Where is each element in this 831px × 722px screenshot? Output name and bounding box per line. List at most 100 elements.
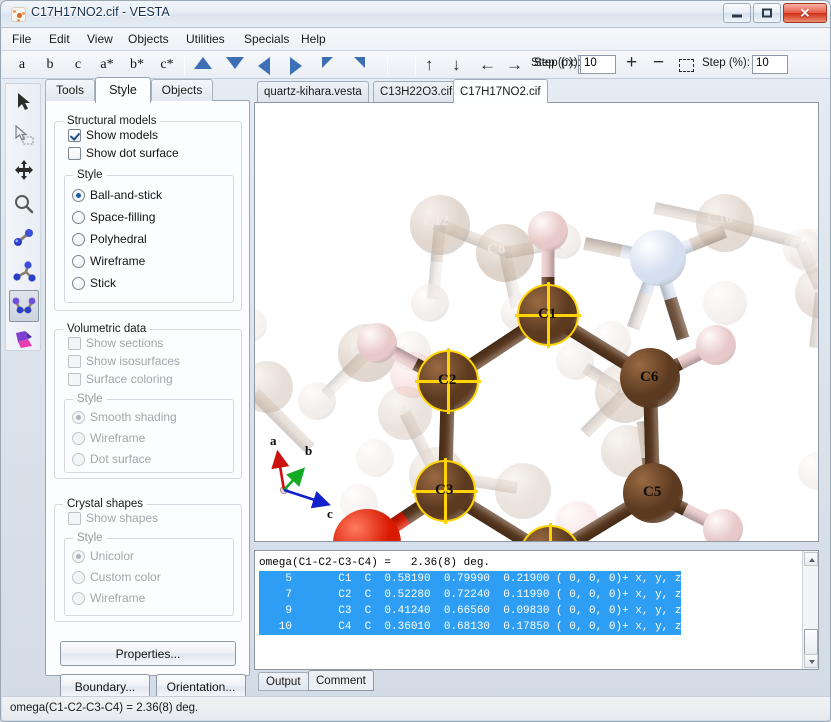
translate-right-icon[interactable]: →	[506, 54, 523, 76]
volumetric-style-radio-0	[72, 411, 85, 424]
output-row[interactable]: 7 C2 C 0.52280 0.72240 0.11990 ( 0, 0, 0…	[259, 587, 681, 603]
zoom-magnifier-tool[interactable]	[9, 188, 39, 220]
maximize-button[interactable]	[753, 3, 781, 23]
axis-button-b[interactable]: b	[42, 55, 58, 75]
rotate-cw-icon[interactable]	[354, 57, 365, 68]
structural-style-radio-0[interactable]	[72, 189, 85, 202]
properties-button[interactable]: Properties...	[60, 641, 236, 666]
pan-move-tool[interactable]	[9, 154, 39, 186]
atom-faded[interactable]	[298, 382, 336, 420]
atom-faded[interactable]	[254, 308, 267, 342]
output-row[interactable]: 9 C3 C 0.41240 0.66560 0.09830 ( 0, 0, 0…	[259, 603, 681, 619]
step-px-label: Step (px):	[531, 57, 581, 69]
step-percent-label: Step (%):	[702, 57, 750, 69]
show-dot-surface-checkbox[interactable]	[68, 147, 81, 160]
output-row[interactable]: 10 C4 C 0.36010 0.68130 0.17850 ( 0, 0, …	[259, 619, 681, 635]
atom-carbon-c1[interactable]	[518, 285, 578, 345]
rotate-down-icon[interactable]	[226, 57, 244, 69]
atom-hydrogen[interactable]	[696, 325, 736, 365]
atom-faded[interactable]	[254, 361, 293, 413]
menu-help[interactable]: Help	[299, 32, 328, 48]
menu-utilities[interactable]: Utilities	[184, 32, 227, 48]
zoom-out-icon[interactable]: −	[653, 52, 664, 74]
minimize-button[interactable]	[723, 3, 751, 23]
output-tab-output[interactable]: Output	[258, 672, 309, 691]
scroll-up-button[interactable]	[804, 552, 818, 566]
atom-faded-c12[interactable]	[410, 195, 470, 255]
bond-distance-tool-icon	[12, 227, 36, 249]
bond-angle-tool[interactable]	[9, 256, 39, 288]
structure-3d-view[interactable]: C8C12C8C16C10C7C4C6C3C14C12C13C1C1C2C6C3…	[254, 102, 819, 542]
atom-hydrogen[interactable]	[703, 509, 743, 542]
document-tab-1[interactable]: C13H22O3.cif	[373, 81, 459, 102]
scrollbar-thumb[interactable]	[804, 629, 818, 655]
axis-button-astar[interactable]: a*	[96, 55, 118, 75]
panel-tab-objects[interactable]: Objects	[151, 79, 213, 101]
output-text-panel[interactable]: omega(C1-C2-C3-C4) = 2.36(8) deg. 5 C1 C…	[254, 550, 819, 670]
show-models-checkbox-label: Show models	[86, 128, 158, 142]
atom-carbon-c3[interactable]	[415, 461, 475, 521]
structural-style-radio-3[interactable]	[72, 255, 85, 268]
output-row[interactable]: 5 C1 C 0.58190 0.79990 0.21900 ( 0, 0, 0…	[259, 571, 681, 587]
volumetric-style-radio-1-label: Wireframe	[90, 431, 145, 445]
scroll-down-button[interactable]	[804, 654, 818, 668]
crystal-shape-tool[interactable]	[9, 324, 39, 356]
axis-button-c[interactable]: c	[70, 55, 86, 75]
axis-button-cstar[interactable]: c*	[156, 55, 178, 75]
atom-carbon-c2[interactable]	[418, 351, 478, 411]
atom-hydrogen[interactable]	[528, 211, 568, 251]
menu-view[interactable]: View	[85, 32, 115, 48]
axis-button-bstar[interactable]: b*	[126, 55, 148, 75]
atom-faded[interactable]	[798, 452, 819, 490]
rotate-right-icon[interactable]	[290, 57, 302, 75]
document-tab-0[interactable]: quartz-kihara.vesta	[257, 81, 369, 102]
close-button[interactable]: ✕	[783, 3, 827, 23]
rotate-left-icon[interactable]	[258, 57, 270, 75]
menu-objects[interactable]: Objects	[126, 32, 171, 48]
translate-down-icon[interactable]: ↓	[452, 54, 461, 76]
marquee-select-tool[interactable]	[9, 120, 39, 152]
menu-specials[interactable]: Specials	[242, 32, 291, 48]
step-percent-input[interactable]: 10	[752, 55, 788, 74]
show-isosurfaces-checkbox	[68, 355, 81, 368]
atom-carbon-c5[interactable]	[623, 463, 683, 523]
translate-left-icon[interactable]: ←	[479, 54, 496, 76]
output-vertical-scrollbar[interactable]	[802, 551, 818, 669]
structural-style-radio-1-label: Space-filling	[90, 210, 155, 224]
zoom-in-icon[interactable]: +	[626, 52, 637, 74]
scroll-down-icon	[809, 660, 815, 664]
structural-style-radio-4[interactable]	[72, 277, 85, 290]
torsion-angle-tool[interactable]	[9, 290, 39, 322]
atom-faded[interactable]	[411, 284, 449, 322]
step-px-input[interactable]: 10	[580, 55, 616, 74]
fit-to-screen-icon[interactable]	[679, 59, 694, 72]
surface-coloring-checkbox	[68, 373, 81, 386]
atom-faded[interactable]	[795, 267, 819, 319]
output-tab-comment[interactable]: Comment	[308, 670, 374, 691]
panel-tab-tools[interactable]: Tools	[45, 79, 95, 101]
show-models-checkbox[interactable]	[68, 129, 81, 142]
select-arrow-tool[interactable]	[9, 86, 39, 118]
rotate-ccw-icon[interactable]	[322, 57, 333, 68]
axis-button-a[interactable]: a	[14, 55, 30, 75]
bond-distance-tool[interactable]	[9, 222, 39, 254]
atom-carbon-c6[interactable]	[620, 348, 680, 408]
axis-indicator	[254, 423, 371, 533]
atom-faded-c8[interactable]	[476, 224, 534, 282]
output-selected-rows[interactable]: 5 C1 C 0.58190 0.79990 0.21900 ( 0, 0, 0…	[259, 571, 681, 635]
structural-style-radio-2[interactable]	[72, 233, 85, 246]
menu-file[interactable]: File	[10, 32, 33, 48]
volumetric-style-radio-0-label: Smooth shading	[90, 410, 177, 424]
translate-up-icon[interactable]: ↑	[425, 54, 434, 76]
atom-nitrogen-n1[interactable]	[630, 230, 686, 286]
structural-style-radio-3-label: Wireframe	[90, 254, 145, 268]
pan-move-tool-icon	[13, 159, 35, 181]
structural-style-radio-1[interactable]	[72, 211, 85, 224]
rotate-up-icon[interactable]	[194, 57, 212, 69]
menu-edit[interactable]: Edit	[47, 32, 72, 48]
atom-hydrogen[interactable]	[357, 323, 397, 363]
document-tab-2[interactable]: C17H17NO2.cif	[453, 79, 548, 103]
atom-faded[interactable]	[495, 463, 551, 519]
atom-faded[interactable]	[703, 281, 747, 325]
panel-tab-style[interactable]: Style	[95, 77, 151, 103]
